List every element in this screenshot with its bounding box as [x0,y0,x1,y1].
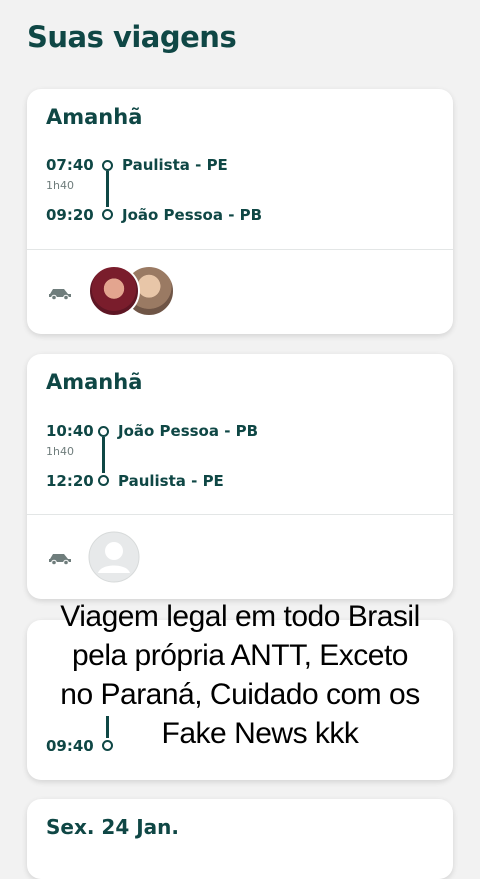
divider [27,249,453,250]
trip-card-2[interactable]: Amanhã 10:40 1h40 12:20 João Pessoa - PB… [27,354,453,599]
caption-line: no Paraná, Cuidado com os [60,678,420,711]
route-line [106,171,109,207]
trip-date: Amanhã [46,105,143,129]
destination-place: Paulista - PE [118,472,224,490]
caption-line: Viagem legal em todo Brasil [60,600,420,633]
trip-duration: 1h40 [46,179,74,192]
origin-place: Paulista - PE [122,156,228,174]
destination-dot-icon [102,209,113,220]
divider [27,514,453,515]
origin-dot-icon [98,426,109,437]
empty-avatar-icon[interactable] [88,531,140,583]
origin-dot-icon [102,160,113,171]
car-icon [49,289,71,300]
caption-line: pela própria ANTT, Exceto [71,639,409,672]
origin-place: João Pessoa - PB [118,422,259,440]
arrive-time: 12:20 [46,472,94,490]
destination-dot-icon [98,475,109,486]
depart-time: 07:40 [46,156,94,174]
trip-card-1[interactable]: Amanhã 07:40 1h40 09:20 Paulista - PE Jo… [27,89,453,334]
depart-time: 10:40 [46,422,94,440]
page-title: Suas viagens [27,20,237,54]
route-line [102,437,105,473]
overlay-caption: Viagem legal em todo Brasil pela própria… [0,597,480,753]
caption-line: Fake News kkk [161,717,359,750]
trip-card-4[interactable]: Sex. 24 Jan. [27,799,453,879]
car-icon [49,554,71,565]
destination-place: João Pessoa - PB [122,206,263,224]
trip-duration: 1h40 [46,445,74,458]
arrive-time: 09:20 [46,206,94,224]
trip-date: Amanhã [46,370,143,394]
trip-date: Sex. 24 Jan. [46,815,179,839]
passenger-avatar-1[interactable] [88,265,140,317]
